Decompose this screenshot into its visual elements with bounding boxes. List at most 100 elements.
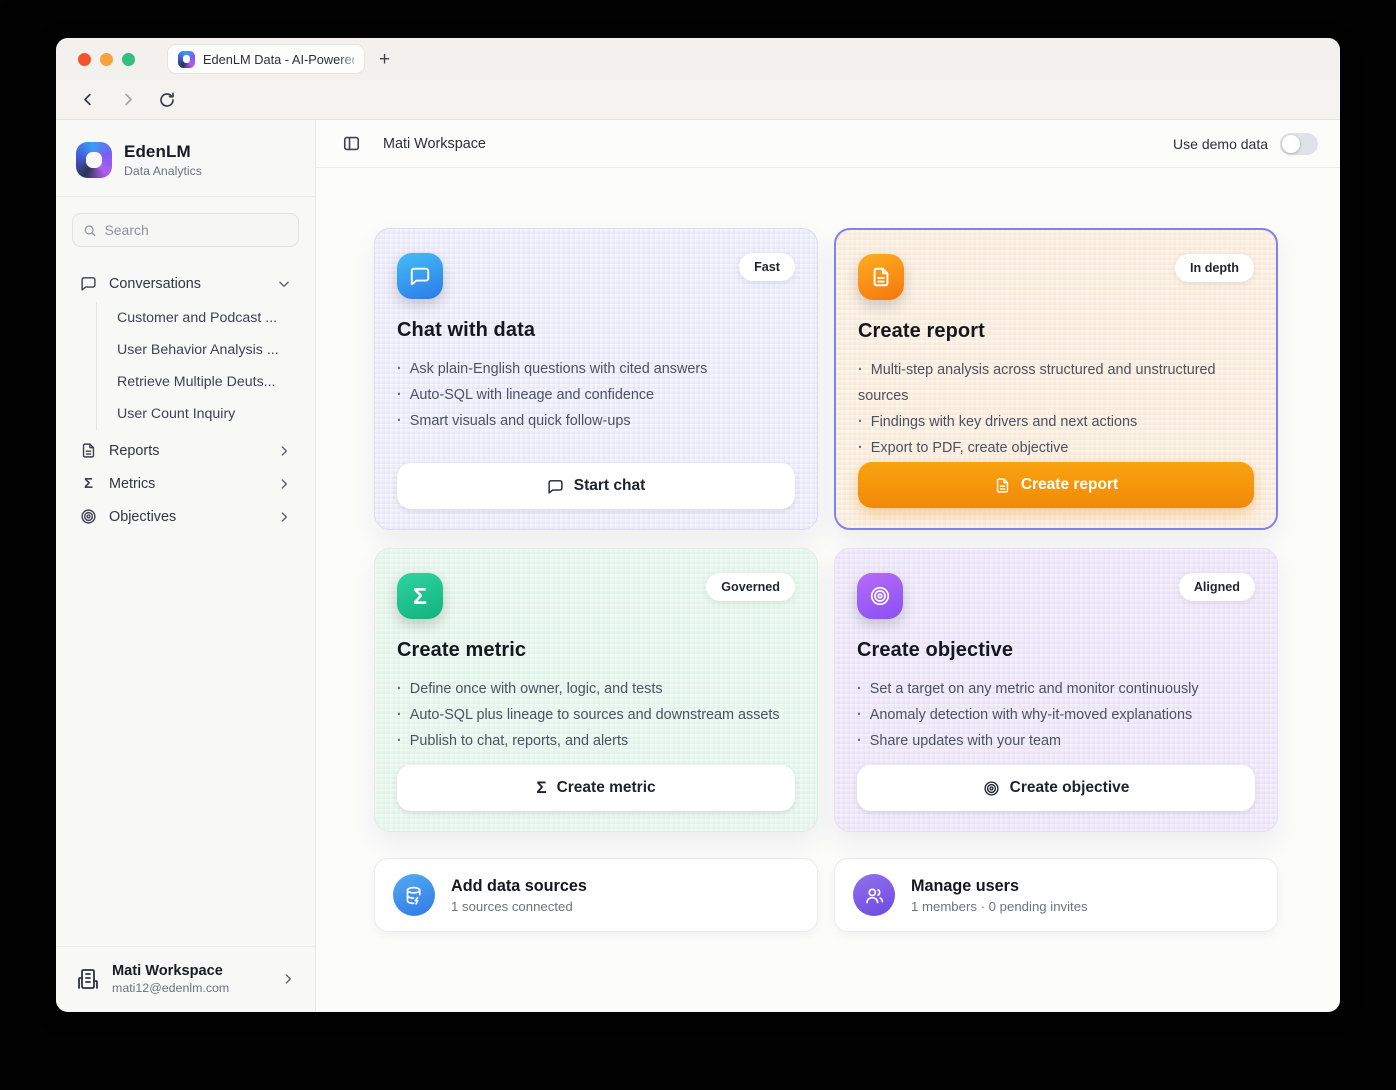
conversations-list: Customer and Podcast ... User Behavior A… [96,302,305,430]
card-title: Create report [858,320,1254,343]
browser-window: EdenLM Data - AI-Powered + EdenLM Data A… [56,38,1340,1012]
document-icon [858,254,904,300]
sidebar-item-metrics[interactable]: Σ Metrics [66,467,305,500]
conversation-item[interactable]: Customer and Podcast ... [113,302,305,334]
quick-card-title: Add data sources [451,877,587,896]
sidebar-item-label: Metrics [109,476,265,492]
forward-button[interactable] [119,91,136,108]
brand: EdenLM Data Analytics [56,120,315,196]
chat-bubble-icon [547,478,564,495]
card-title: Create objective [857,639,1255,662]
sidebar-item-label: Reports [109,443,265,459]
card-title: Create metric [397,639,795,662]
sidebar-nav: Conversations Customer and Podcast ... U… [56,253,315,533]
toggle-knob [1282,135,1300,153]
main-area: Mati Workspace Use demo data Fast [316,120,1340,1011]
card-bullet: Publish to chat, reports, and alerts [397,728,795,754]
card-bullet: Smart visuals and quick follow-ups [397,408,795,434]
card-bullet: Auto-SQL with lineage and confidence [397,382,795,408]
card-create-report[interactable]: In depth Create report Multi-step analys… [834,228,1278,530]
refresh-icon [158,91,176,109]
card-create-metric[interactable]: Σ Governed Create metric Define once wit… [374,548,818,832]
edenlm-logo-icon [76,142,112,178]
create-objective-button[interactable]: Create objective [857,765,1255,811]
close-window-button[interactable] [78,53,91,66]
sidebar-item-objectives[interactable]: Objectives [66,500,305,533]
search-box[interactable] [72,213,299,247]
target-icon [80,508,97,525]
card-badge: Aligned [1179,573,1255,601]
zoom-window-button[interactable] [122,53,135,66]
chevron-right-icon [277,477,291,491]
sidebar-item-label: Objectives [109,509,265,525]
building-icon [76,967,100,991]
chevron-right-icon [119,91,136,108]
demo-data-toggle[interactable] [1280,133,1318,155]
card-bullet: Set a target on any metric and monitor c… [857,676,1255,702]
quick-card-subtitle: 1 sources connected [451,899,587,914]
refresh-button[interactable] [158,91,176,109]
edenlm-favicon-icon [178,51,195,68]
panel-left-icon[interactable] [342,134,361,153]
manage-users-card[interactable]: Manage users 1 members · 0 pending invit… [834,858,1278,932]
add-data-sources-card[interactable]: Add data sources 1 sources connected [374,858,818,932]
target-icon [857,573,903,619]
card-bullet: Findings with key drivers and next actio… [858,409,1254,435]
sigma-icon: Σ [397,573,443,619]
card-title: Chat with data [397,319,795,342]
tab-title: EdenLM Data - AI-Powered [203,52,354,67]
sidebar-item-conversations[interactable]: Conversations [66,267,305,300]
start-chat-button[interactable]: Start chat [397,463,795,509]
create-report-button[interactable]: Create report [858,462,1254,508]
target-icon [983,780,1000,797]
titlebar: EdenLM Data - AI-Powered + [56,38,1340,80]
chevron-right-icon [277,444,291,458]
brand-name: EdenLM [124,142,202,162]
search-icon [83,223,96,238]
card-badge: In depth [1175,254,1254,282]
document-icon [80,442,97,459]
conversation-item[interactable]: Retrieve Multiple Deuts... [113,366,305,398]
content: Fast Chat with data Ask plain-English qu… [316,168,1340,932]
card-chat-with-data[interactable]: Fast Chat with data Ask plain-English qu… [374,228,818,530]
conversation-item[interactable]: User Behavior Analysis ... [113,334,305,366]
minimize-window-button[interactable] [100,53,113,66]
card-bullet: Share updates with your team [857,728,1255,754]
sigma-icon: Σ [80,475,97,492]
card-bullet: Anomaly detection with why-it-moved expl… [857,702,1255,728]
card-bullet: Define once with owner, logic, and tests [397,676,795,702]
browser-tab[interactable]: EdenLM Data - AI-Powered [167,44,365,74]
create-metric-button[interactable]: Σ Create metric [397,765,795,811]
sigma-icon: Σ [536,778,546,798]
new-tab-button[interactable]: + [379,50,390,69]
traffic-lights [78,53,135,66]
chevron-down-icon [277,277,291,291]
sidebar-item-reports[interactable]: Reports [66,434,305,467]
card-bullet: Auto-SQL plus lineage to sources and dow… [397,702,795,728]
workspace-switcher[interactable]: Mati Workspace mati12@edenlm.com [56,946,315,1011]
sidebar-item-label: Conversations [109,276,265,292]
main-header: Mati Workspace Use demo data [316,120,1340,168]
chevron-left-icon [80,91,97,108]
sidebar: EdenLM Data Analytics Conversations Cust… [56,120,316,1011]
workspace-email: mati12@edenlm.com [112,981,269,995]
users-icon [853,874,895,916]
back-button[interactable] [80,91,97,108]
card-badge: Governed [706,573,795,601]
card-badge: Fast [739,253,795,281]
search-input[interactable] [104,222,288,238]
document-icon [994,477,1011,494]
workspace-name: Mati Workspace [112,963,269,979]
chat-bubble-icon [80,275,97,292]
chevron-right-icon [281,972,295,986]
conversation-item[interactable]: User Count Inquiry [113,398,305,430]
browser-navbar [56,80,1340,120]
database-icon [393,874,435,916]
sidebar-divider [56,196,315,197]
card-create-objective[interactable]: Aligned Create objective Set a target on… [834,548,1278,832]
chevron-right-icon [277,510,291,524]
card-bullet: Export to PDF, create objective [858,435,1254,461]
quick-card-subtitle: 1 members · 0 pending invites [911,899,1088,914]
card-bullet: Ask plain-English questions with cited a… [397,356,795,382]
demo-toggle-label: Use demo data [1173,136,1268,152]
